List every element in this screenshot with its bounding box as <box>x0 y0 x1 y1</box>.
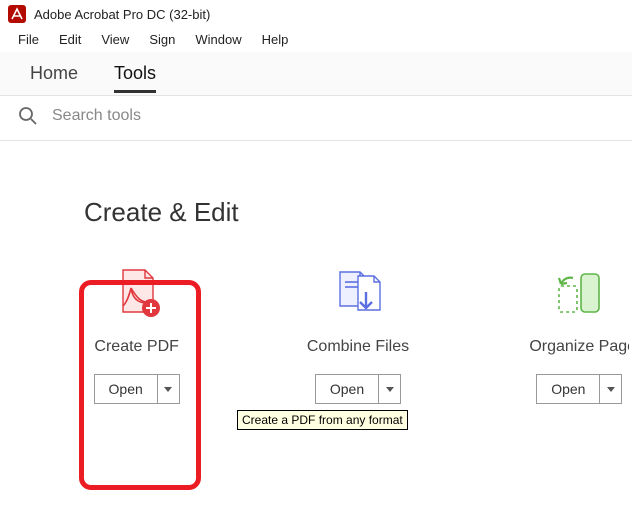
search-icon <box>18 106 38 126</box>
app-title: Adobe Acrobat Pro DC (32-bit) <box>34 7 210 22</box>
tool-label: Create PDF <box>94 338 178 356</box>
combine-files-icon <box>330 264 386 320</box>
search-input[interactable] <box>52 107 352 125</box>
open-button[interactable]: Open <box>95 375 157 403</box>
open-button[interactable]: Open <box>537 375 599 403</box>
menu-sign[interactable]: Sign <box>139 30 185 50</box>
open-split-create: Open <box>94 374 180 404</box>
searchbar <box>0 96 632 141</box>
open-dropdown[interactable] <box>157 375 179 403</box>
menu-edit[interactable]: Edit <box>49 30 91 50</box>
chevron-down-icon <box>164 387 172 392</box>
titlebar: Adobe Acrobat Pro DC (32-bit) <box>0 0 632 28</box>
tool-organize-pages[interactable]: Organize Pages Open <box>527 264 632 404</box>
tool-combine-files[interactable]: Combine Files Open <box>305 264 410 404</box>
open-dropdown[interactable] <box>378 375 400 403</box>
tooltip: Create a PDF from any format <box>237 410 408 430</box>
chevron-down-icon <box>386 387 394 392</box>
open-dropdown[interactable] <box>599 375 621 403</box>
menu-window[interactable]: Window <box>185 30 251 50</box>
menubar: File Edit View Sign Window Help <box>0 28 632 52</box>
section-title: Create & Edit <box>84 197 632 228</box>
tab-home[interactable]: Home <box>12 55 96 92</box>
menu-view[interactable]: View <box>91 30 139 50</box>
open-split-combine: Open <box>315 374 401 404</box>
tools-row: Create PDF Open Combine Files <box>84 264 632 404</box>
tab-tools[interactable]: Tools <box>96 55 174 92</box>
chevron-down-icon <box>607 387 615 392</box>
tool-label: Organize Pages <box>529 338 629 356</box>
menu-file[interactable]: File <box>8 30 49 50</box>
open-split-organize: Open <box>536 374 622 404</box>
acrobat-icon <box>8 5 26 23</box>
create-pdf-icon <box>109 264 165 320</box>
open-button[interactable]: Open <box>316 375 378 403</box>
tool-label: Combine Files <box>307 338 409 356</box>
organize-pages-icon <box>551 264 607 320</box>
tools-content: Create & Edit Create PDF Open <box>0 141 632 404</box>
menu-help[interactable]: Help <box>252 30 299 50</box>
tool-create-pdf[interactable]: Create PDF Open <box>84 264 189 404</box>
tabbar: Home Tools <box>0 52 632 96</box>
